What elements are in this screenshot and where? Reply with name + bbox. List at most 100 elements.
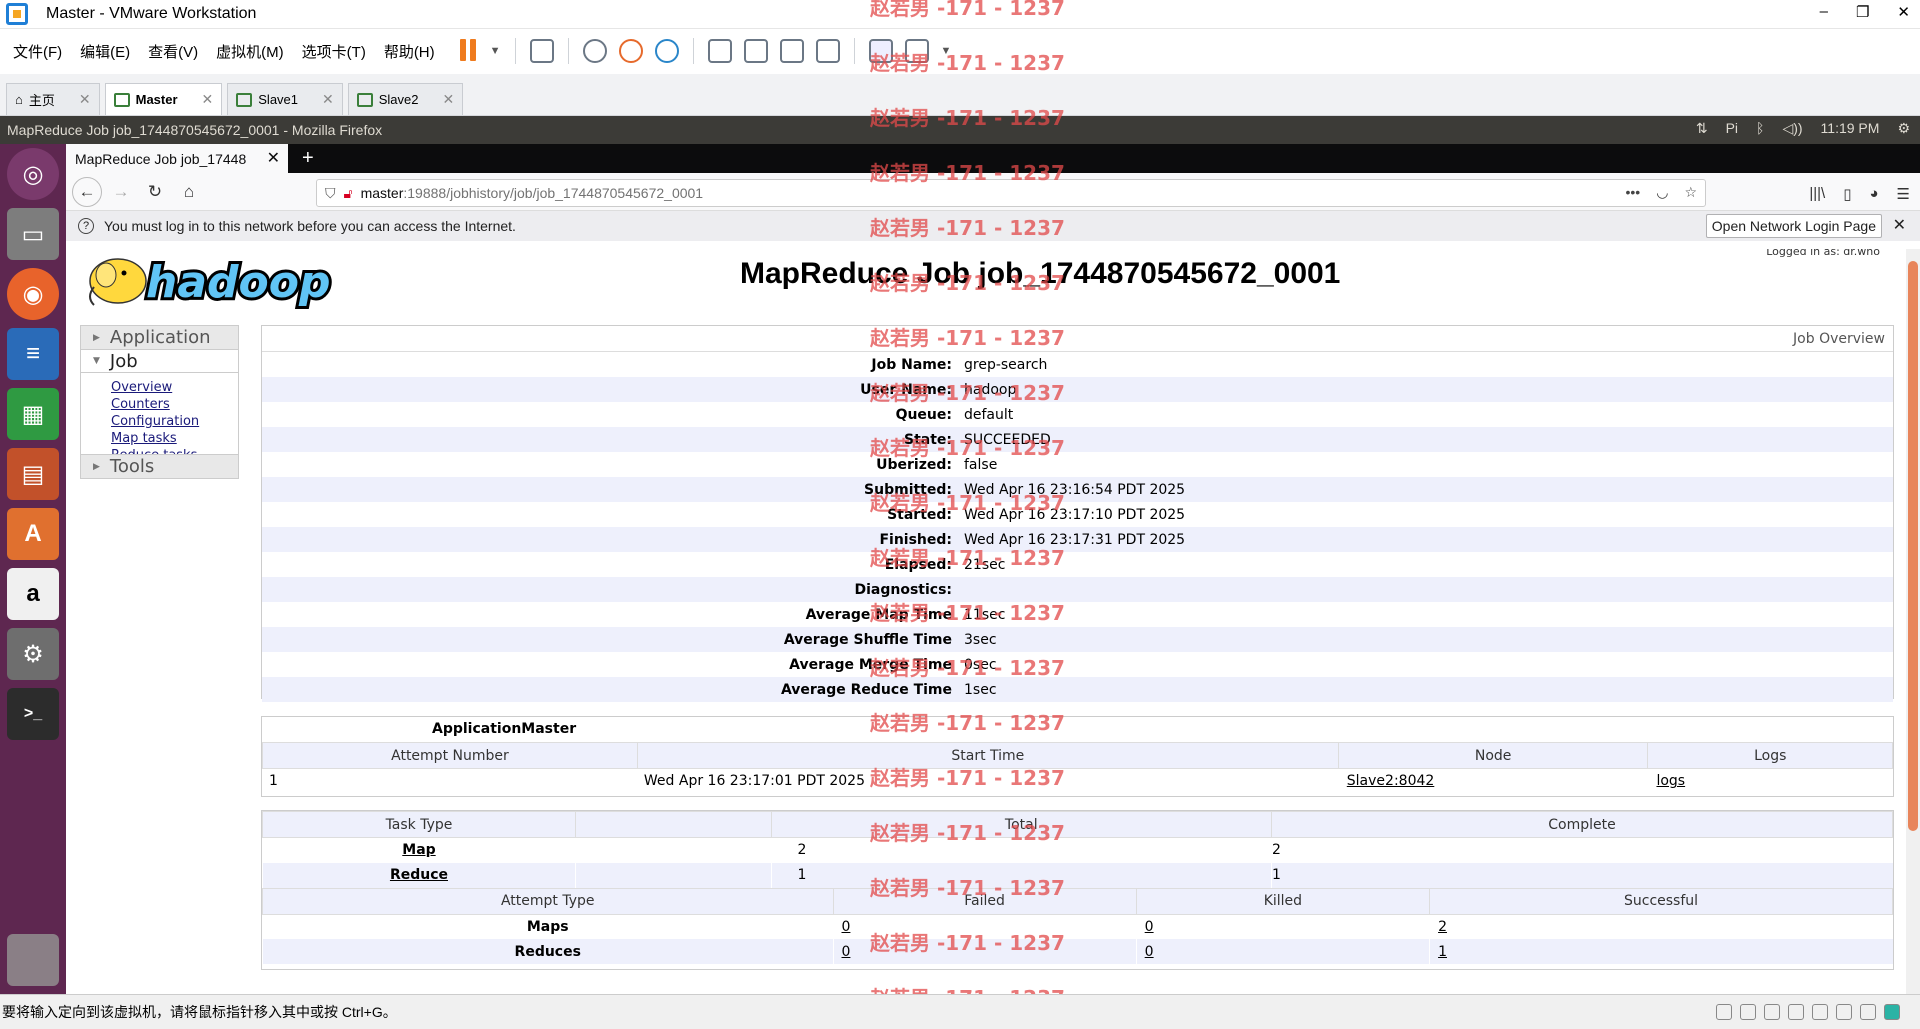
menu-vm[interactable]: 虚拟机(M) (216, 41, 284, 62)
nav-link-counters[interactable]: Counters (111, 396, 238, 413)
nav-tools-header[interactable]: ▶ Tools (81, 455, 238, 478)
revert-snapshot-icon[interactable] (618, 39, 643, 63)
system-settings-icon[interactable]: ⚙ (7, 628, 59, 680)
hdd-icon[interactable] (1716, 1004, 1732, 1020)
send-ctrl-alt-del-icon[interactable] (529, 39, 554, 63)
tab-home[interactable]: ⌂ 主页 ✕ (6, 83, 100, 115)
amazon-icon[interactable]: a (7, 568, 59, 620)
close-icon[interactable]: ✕ (443, 91, 455, 108)
hamburger-menu-icon[interactable]: ☰ (1897, 185, 1910, 203)
bluetooth-icon[interactable]: ᛒ (1756, 120, 1764, 137)
column-header: Attempt Number (262, 742, 638, 769)
close-tab-icon[interactable]: ✕ (267, 148, 280, 168)
maps-failed-link[interactable]: 0 (842, 919, 851, 935)
back-icon[interactable]: ← (72, 176, 102, 207)
url-bar[interactable]: ⛉ 🔓︎ master:19888/jobhistory/job/job_174… (316, 179, 1706, 207)
browser-tab[interactable]: MapReduce Job job_17448 ✕ (66, 144, 288, 173)
library-icon[interactable]: |||\ (1809, 185, 1825, 203)
close-icon[interactable]: ✕ (1897, 3, 1910, 21)
sidebar-icon[interactable]: ▯ (1843, 185, 1851, 203)
reduces-successful-link[interactable]: 1 (1438, 944, 1447, 960)
page-scrollbar[interactable] (1906, 249, 1920, 994)
reduce-task-link[interactable]: Reduce (390, 867, 448, 883)
nav-link-map-tasks[interactable]: Map tasks (111, 430, 238, 447)
scrollbar-thumb[interactable] (1908, 261, 1918, 831)
pause-icon[interactable] (459, 39, 478, 63)
nav-tools[interactable]: ▶ Tools (80, 454, 239, 479)
software-center-icon[interactable]: A (7, 508, 59, 560)
reduces-killed-link[interactable]: 0 (1145, 944, 1154, 960)
minimize-icon[interactable]: – (1820, 3, 1828, 21)
tab-master[interactable]: Master ✕ (104, 83, 223, 115)
console-view-icon[interactable] (868, 39, 893, 63)
maps-killed-link[interactable]: 0 (1145, 919, 1154, 935)
calc-icon[interactable]: ▦ (7, 388, 59, 440)
settings-gear-icon[interactable]: ⚙ (1897, 120, 1910, 137)
forward-icon[interactable]: → (106, 177, 136, 207)
new-tab-icon[interactable]: + (302, 147, 314, 170)
show-library-icon[interactable] (707, 39, 732, 63)
account-icon[interactable]: ◕ (1869, 185, 1878, 203)
nav-link-configuration[interactable]: Configuration (111, 413, 238, 430)
menu-help[interactable]: 帮助(H) (384, 41, 435, 62)
tab-slave1[interactable]: Slave1 ✕ (227, 83, 343, 115)
nav-application[interactable]: ▶ Application (80, 325, 239, 350)
files-icon[interactable]: ▭ (7, 208, 59, 260)
chevron-down-icon[interactable]: ▼ (941, 45, 952, 57)
cd-icon[interactable] (1740, 1004, 1756, 1020)
logs-link[interactable]: logs (1656, 773, 1685, 789)
input-method-icon[interactable]: Pi (1726, 120, 1738, 137)
insecure-lock-icon[interactable]: 🔓︎ (344, 185, 353, 202)
overview-value: 21sec (964, 556, 1006, 573)
close-icon[interactable]: ✕ (202, 91, 214, 108)
trash-icon[interactable] (7, 934, 59, 986)
home-icon[interactable]: ⌂ (174, 177, 204, 207)
clock[interactable]: 11:19 PM (1821, 120, 1880, 137)
printer-icon[interactable] (1812, 1004, 1828, 1020)
reload-icon[interactable]: ↻ (140, 177, 170, 207)
open-login-page-button[interactable]: Open Network Login Page (1705, 214, 1882, 238)
snapshot-icon[interactable] (582, 39, 607, 63)
pocket-icon[interactable]: ◡ (1656, 184, 1668, 201)
close-icon[interactable]: ✕ (322, 91, 334, 108)
network-adapter-icon[interactable] (1788, 1004, 1804, 1020)
nav-application-header[interactable]: ▶ Application (81, 326, 238, 349)
maps-successful-link[interactable]: 2 (1438, 919, 1447, 935)
writer-icon[interactable]: ≡ (7, 328, 59, 380)
overview-key: Average Reduce Time (780, 681, 952, 698)
menu-view[interactable]: 查看(V) (148, 41, 198, 62)
menu-tabs[interactable]: 选项卡(T) (302, 41, 366, 62)
bookmark-star-icon[interactable]: ☆ (1684, 184, 1697, 201)
thumbnail-bar-icon[interactable] (743, 39, 768, 63)
close-icon[interactable]: ✕ (79, 91, 91, 108)
restore-icon[interactable]: ❐ (1856, 3, 1869, 21)
node-link[interactable]: Slave2:8042 (1347, 773, 1435, 789)
shield-icon[interactable]: ⛉ (325, 185, 336, 202)
display-icon[interactable] (1860, 1004, 1876, 1020)
nav-link-overview[interactable]: Overview (111, 379, 238, 396)
message-icon[interactable] (1884, 1004, 1900, 1020)
menu-file[interactable]: 文件(F) (13, 41, 62, 62)
tab-slave2[interactable]: Slave2 ✕ (347, 83, 464, 115)
nav-job-header[interactable]: ▼ Job (81, 350, 238, 373)
volume-icon[interactable]: ◁)) (1782, 120, 1802, 137)
terminal-icon[interactable]: >_ (7, 688, 59, 740)
ubuntu-dash-icon[interactable]: ◎ (7, 148, 59, 200)
stretch-view-icon[interactable] (904, 39, 929, 63)
menu-edit[interactable]: 编辑(E) (80, 41, 130, 62)
snapshot-manager-icon[interactable] (654, 39, 679, 63)
unity-icon[interactable] (815, 39, 840, 63)
chevron-down-icon[interactable]: ▼ (490, 45, 501, 57)
firefox-icon[interactable]: ◉ (7, 268, 59, 320)
map-task-link[interactable]: Map (402, 842, 435, 858)
page-actions-icon[interactable]: ••• (1626, 184, 1641, 201)
impress-icon[interactable]: ▤ (7, 448, 59, 500)
reduce-total: 1 (770, 862, 1272, 888)
sound-icon[interactable] (1836, 1004, 1852, 1020)
usb-icon[interactable] (1764, 1004, 1780, 1020)
close-notice-icon[interactable]: ✕ (1893, 215, 1906, 235)
network-icon[interactable]: ⇅ (1696, 120, 1708, 137)
fullscreen-icon[interactable] (779, 39, 804, 63)
reduces-failed-link[interactable]: 0 (842, 944, 851, 960)
toolbar-divider (853, 38, 855, 64)
